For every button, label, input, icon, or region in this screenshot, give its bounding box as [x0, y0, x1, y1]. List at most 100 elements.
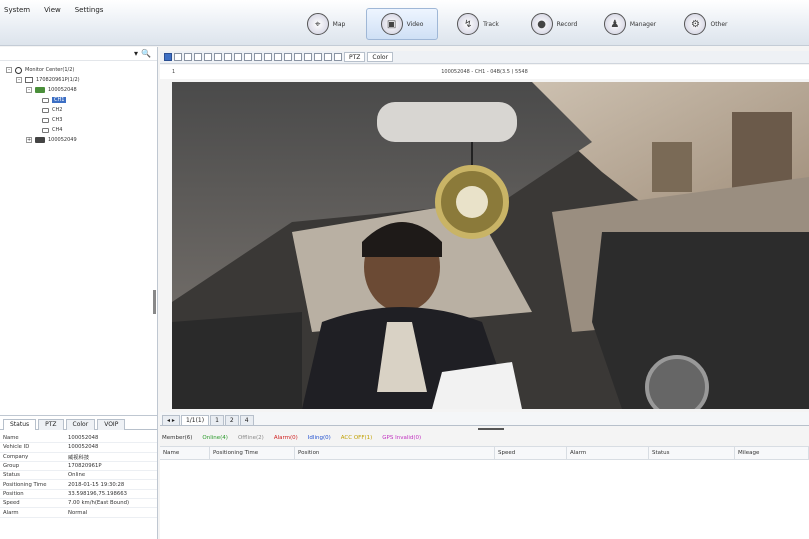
- info-tabs: Status PTZ Color VOIP: [0, 416, 157, 430]
- nav-manager-label: Manager: [629, 20, 657, 28]
- col-positioning-time[interactable]: Positioning Time: [210, 447, 295, 459]
- nav-map-button[interactable]: ⌖ Map: [290, 8, 362, 40]
- talk-icon[interactable]: [284, 53, 292, 61]
- search-icon[interactable]: 🔍: [141, 49, 151, 58]
- col-speed[interactable]: Speed: [495, 447, 567, 459]
- tree-device-label: 100052048: [48, 87, 77, 93]
- nav-other-label: Other: [710, 20, 728, 28]
- nav-map-label: Map: [332, 20, 346, 28]
- other-icon: ⚙: [684, 13, 707, 35]
- tab-ptz[interactable]: PTZ: [38, 419, 64, 430]
- legend-gps-invalid[interactable]: GPS Invalid(0): [382, 435, 421, 441]
- tree-node-device[interactable]: + 100052049: [6, 135, 157, 145]
- tab-color[interactable]: Color: [65, 419, 96, 430]
- tree-node-channel[interactable]: CH4: [6, 125, 157, 135]
- info-key: Name: [3, 435, 19, 442]
- layout-custom-icon[interactable]: [204, 53, 212, 61]
- legend-acc-off[interactable]: ACC OFF(1): [341, 435, 373, 441]
- video-frame[interactable]: [172, 82, 809, 409]
- tab-channel[interactable]: 1: [210, 415, 224, 425]
- stream-icon[interactable]: [334, 53, 342, 61]
- tree-node-device[interactable]: - 100052048: [6, 85, 157, 95]
- layout-4-icon[interactable]: [174, 53, 182, 61]
- menu-system[interactable]: System: [4, 6, 30, 14]
- tree-channel-label: CH4: [52, 127, 63, 133]
- menu-view[interactable]: View: [44, 6, 61, 14]
- legend-member[interactable]: Member(6): [162, 435, 192, 441]
- tree-node-channel[interactable]: CH3: [6, 115, 157, 125]
- col-mileage[interactable]: Mileage: [735, 447, 809, 459]
- expander-icon[interactable]: +: [26, 137, 32, 143]
- tree-root-label: Monitor Center(1/2): [25, 67, 75, 73]
- tree-node-channel[interactable]: CH1: [6, 95, 157, 105]
- fullscreen-icon[interactable]: [234, 53, 242, 61]
- layout-9-icon[interactable]: [184, 53, 192, 61]
- col-alarm[interactable]: Alarm: [567, 447, 649, 459]
- alarm-icon[interactable]: [314, 53, 322, 61]
- layout-grid-icon[interactable]: [224, 53, 232, 61]
- menu-settings[interactable]: Settings: [75, 6, 104, 14]
- tab-voip[interactable]: VOIP: [97, 419, 126, 430]
- volume-icon[interactable]: [304, 53, 312, 61]
- vehicle-online-icon: [35, 87, 45, 93]
- legend-idling[interactable]: Idling(0): [308, 435, 331, 441]
- info-value: 7.00 km/h(East Bound): [68, 500, 130, 507]
- info-row: Status Online: [0, 471, 157, 481]
- panel-splitter[interactable]: [153, 290, 156, 314]
- info-row: Speed 7.00 km/h(East Bound): [0, 499, 157, 509]
- info-key: Vehicle ID: [3, 444, 30, 451]
- legend-online[interactable]: Online(4): [202, 435, 228, 441]
- tab-status[interactable]: Status: [3, 419, 37, 430]
- record-video-icon[interactable]: [274, 53, 282, 61]
- info-value: 100052048: [68, 444, 99, 451]
- legend-offline[interactable]: Offline(2): [238, 435, 264, 441]
- nav-record-button[interactable]: ● Record: [518, 8, 590, 40]
- tab-prev-icon[interactable]: ◂ ▸: [162, 415, 180, 425]
- nav-manager-button[interactable]: ♟ Manager: [594, 8, 666, 40]
- tab-channel[interactable]: 4: [239, 415, 254, 425]
- info-key: Position: [3, 490, 24, 497]
- col-position[interactable]: Position: [295, 447, 495, 459]
- col-status[interactable]: Status: [649, 447, 735, 459]
- info-value: 100052048: [68, 435, 99, 442]
- tree-node-channel[interactable]: CH2: [6, 105, 157, 115]
- layout-16-icon[interactable]: [194, 53, 202, 61]
- color-button[interactable]: Color: [367, 52, 394, 62]
- main-nav: ⌖ Map ▣ Video ↯ Track ● Record ♟ Manager…: [290, 8, 742, 40]
- nav-record-label: Record: [556, 20, 578, 28]
- info-key: Group: [3, 463, 20, 470]
- info-value: 2018-01-15 19:30:28: [68, 481, 125, 488]
- info-value: Online: [68, 472, 86, 479]
- ptz-button[interactable]: PTZ: [344, 52, 366, 62]
- expander-icon[interactable]: -: [16, 77, 22, 83]
- tree-node-group[interactable]: - 170820961P(1/2): [6, 75, 157, 85]
- tab-channel[interactable]: 2: [224, 415, 239, 425]
- nav-other-button[interactable]: ⚙ Other: [670, 8, 742, 40]
- nav-video-label: Video: [406, 20, 424, 28]
- col-name[interactable]: Name: [160, 447, 210, 459]
- tree-device-label: 100052049: [48, 137, 77, 143]
- play-all-icon[interactable]: [244, 53, 252, 61]
- expander-icon[interactable]: -: [26, 87, 32, 93]
- panel-resize-handle[interactable]: [478, 428, 504, 430]
- settings-icon[interactable]: [324, 53, 332, 61]
- track-icon: ↯: [457, 13, 480, 35]
- nav-track-button[interactable]: ↯ Track: [442, 8, 514, 40]
- expander-icon[interactable]: -: [6, 67, 12, 73]
- tab-channel[interactable]: 1/1(1): [180, 415, 210, 425]
- stop-all-icon[interactable]: [254, 53, 262, 61]
- snapshot-icon[interactable]: [264, 53, 272, 61]
- manager-icon: ♟: [603, 13, 626, 35]
- layout-wide-icon[interactable]: [214, 53, 222, 61]
- tree-node-root[interactable]: - Monitor Center(1/2): [6, 65, 157, 75]
- device-tree-panel: ▾ 🔍 - Monitor Center(1/2) - 170820961P(1…: [0, 47, 158, 415]
- video-header: 1 100052048 - CH1 - 04B(3.5 ) 5548: [160, 65, 809, 79]
- tree-dropdown-icon[interactable]: ▾: [134, 49, 138, 58]
- video-icon: ▣: [380, 13, 403, 35]
- legend-alarm[interactable]: Alarm(0): [274, 435, 298, 441]
- group-icon: [25, 77, 33, 83]
- info-row: Company 威视科技: [0, 453, 157, 462]
- layout-1-icon[interactable]: [164, 53, 172, 61]
- nav-video-button[interactable]: ▣ Video: [366, 8, 438, 40]
- monitor-icon[interactable]: [294, 53, 302, 61]
